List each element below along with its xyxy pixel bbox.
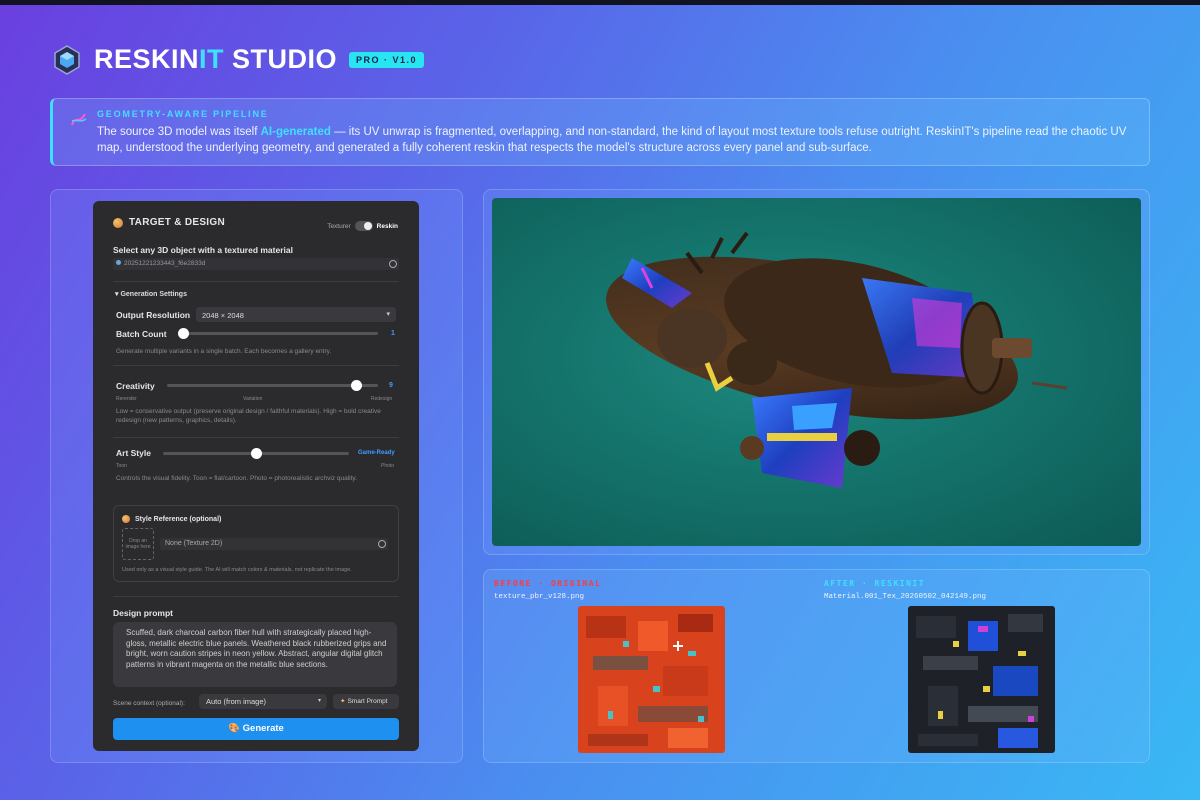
mode-reskin-label: Reskin <box>376 222 398 230</box>
creativity-mid-label: Variation <box>243 396 263 402</box>
cube-logo-icon <box>54 44 80 75</box>
mode-toggle[interactable]: Texturer Reskin <box>327 221 398 231</box>
divider <box>113 365 399 366</box>
batch-help: Generate multiple variants in a single b… <box>116 348 332 355</box>
style-reference-box: Style Reference (optional) Drop an image… <box>113 505 399 582</box>
pipeline-title: GEOMETRY-AWARE PIPELINE <box>97 109 269 119</box>
style-reference-select[interactable]: None (Texture 2D) <box>160 538 388 550</box>
output-resolution-label: Output Resolution <box>116 310 191 320</box>
design-prompt-textarea[interactable]: Scuffed, dark charcoal carbon fiber hull… <box>113 622 397 687</box>
palette-icon <box>122 515 130 523</box>
smart-prompt-button[interactable]: ✦ Smart Prompt <box>333 694 399 709</box>
after-texture-image[interactable] <box>908 606 1055 753</box>
design-prompt-label: Design prompt <box>113 608 173 618</box>
batch-count-value: 1 <box>391 330 395 337</box>
art-style-label: Art Style <box>116 448 151 458</box>
art-style-max-label: Photo <box>381 463 395 469</box>
top-bar <box>0 0 1200 5</box>
art-style-value: Game-Ready <box>358 450 395 456</box>
generate-button[interactable]: 🎨 Generate <box>113 718 399 740</box>
chevron-down-icon: ▾ <box>317 698 321 704</box>
reference-picker-icon[interactable] <box>378 540 386 548</box>
pipeline-description: The source 3D model was itself AI-genera… <box>97 126 1127 154</box>
output-resolution-select[interactable]: 2048 × 2048 ▾ <box>196 307 396 322</box>
style-reference-help: Used only as a visual style guide. The A… <box>122 567 352 573</box>
version-badge: PRO · V1.0 <box>349 51 425 68</box>
before-filename: texture_pbr_v128.png <box>494 593 585 601</box>
art-style-min-label: Toon <box>116 463 127 469</box>
style-reference-label: Style Reference (optional) <box>122 515 221 523</box>
before-texture-image[interactable] <box>578 606 725 753</box>
batch-count-slider[interactable] <box>177 328 189 339</box>
toggle-switch[interactable] <box>354 221 373 231</box>
divider <box>113 437 399 438</box>
creativity-value: 9 <box>389 382 393 389</box>
generation-settings-toggle[interactable]: ▾ Generation Settings <box>115 290 187 298</box>
object-picker-icon[interactable] <box>389 260 397 268</box>
divider <box>113 596 399 597</box>
object-icon <box>116 260 121 265</box>
before-title: BEFORE · ORIGINAL <box>494 579 602 588</box>
spaceship-model <box>606 231 1068 488</box>
art-style-slider[interactable] <box>250 448 262 459</box>
scene-context-label: Scene context (optional): <box>113 700 185 707</box>
batch-count-track[interactable] <box>178 332 378 335</box>
creativity-track[interactable] <box>167 384 378 387</box>
image-drop-zone[interactable]: Drop an image here <box>122 528 154 560</box>
3d-viewport[interactable] <box>492 198 1141 546</box>
creativity-label: Creativity <box>116 381 155 391</box>
creativity-help: Low = conservative output (preserve orig… <box>116 408 381 424</box>
scene-context-select[interactable]: Auto (from image) ▾ <box>199 694 327 709</box>
object-selector[interactable]: 20251221233443_f6e2833d <box>113 258 399 270</box>
creativity-slider[interactable] <box>351 380 363 391</box>
after-title: AFTER · RESKINIT <box>824 579 926 588</box>
art-style-help: Controls the visual fidelity. Toon = fla… <box>116 475 357 482</box>
creativity-min-label: Rerender <box>116 396 137 402</box>
section-title: TARGET & DESIGN <box>129 217 225 228</box>
app-title: RESKINIT STUDIO <box>94 44 338 74</box>
brand-header: RESKINIT STUDIO PRO · V1.0 <box>54 44 425 75</box>
sparkle-icon: ✦ <box>340 698 346 705</box>
pipeline-icon <box>71 113 87 126</box>
palette-icon: 🎨 <box>228 723 243 734</box>
chevron-down-icon: ▾ <box>386 311 390 318</box>
target-design-form: TARGET & DESIGN Texturer Reskin Select a… <box>93 201 419 751</box>
after-filename: Material.001_Tex_20260502_042149.png <box>824 593 987 601</box>
pipeline-banner: GEOMETRY-AWARE PIPELINE The source 3D mo… <box>50 98 1150 166</box>
palette-icon <box>113 217 123 228</box>
object-label: Select any 3D object with a textured mat… <box>113 245 293 255</box>
batch-count-label: Batch Count <box>116 329 167 339</box>
creativity-max-label: Redesign <box>371 396 393 402</box>
mode-texturer-label: Texturer <box>327 222 351 230</box>
divider <box>113 281 399 282</box>
section-header: TARGET & DESIGN <box>113 217 225 228</box>
